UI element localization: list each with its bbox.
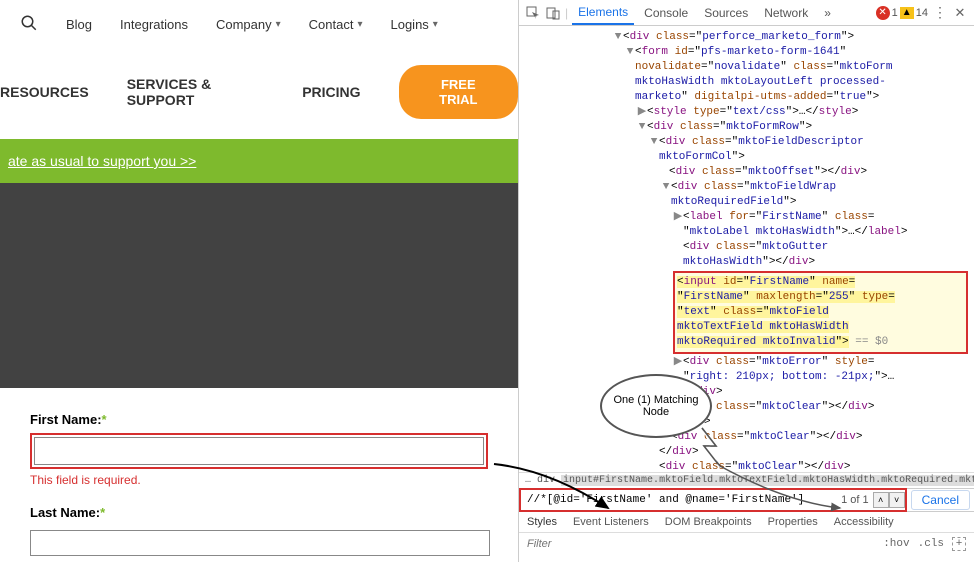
error-badge[interactable]: ✕: [876, 6, 890, 20]
nav-pricing[interactable]: PRICING: [302, 84, 360, 100]
first-name-label: First Name:*: [30, 412, 488, 427]
devtools-toolbar: | Elements Console Sources Network » ✕1 …: [519, 0, 974, 26]
inspect-icon[interactable]: [525, 5, 541, 21]
tab-more[interactable]: »: [818, 2, 837, 24]
search-icon[interactable]: [20, 14, 38, 35]
hov-toggle[interactable]: :hov: [883, 538, 909, 550]
styles-filter-input[interactable]: [527, 538, 727, 550]
last-name-label: Last Name:*: [30, 505, 488, 520]
tab-console[interactable]: Console: [638, 2, 694, 24]
nav-resources[interactable]: RESOURCES: [0, 84, 89, 100]
warning-count: 14: [916, 7, 928, 19]
subtab-styles[interactable]: Styles: [527, 516, 557, 528]
breadcrumb[interactable]: … div input#FirstName.mktoField.mktoText…: [519, 472, 974, 488]
first-name-error: This field is required.: [30, 473, 488, 487]
kebab-icon[interactable]: ⋮: [932, 5, 948, 21]
subtab-event-listeners[interactable]: Event Listeners: [573, 516, 649, 528]
tab-network[interactable]: Network: [758, 2, 814, 24]
tab-elements[interactable]: Elements: [572, 1, 634, 25]
promo-banner[interactable]: ate as usual to support you >>: [0, 139, 518, 183]
form-section: First Name:* This field is required. Las…: [0, 388, 518, 580]
match-count: 1 of 1: [837, 494, 873, 506]
nav-logins[interactable]: Logins▾: [390, 17, 437, 32]
elements-tree[interactable]: ▼<div class="perforce_marketo_form"> ▼<f…: [519, 26, 974, 472]
xpath-search-input[interactable]: [521, 491, 837, 509]
tab-sources[interactable]: Sources: [698, 2, 754, 24]
first-name-input[interactable]: [34, 437, 484, 465]
top-nav: Blog Integrations Company▾ Contact▾ Logi…: [0, 0, 518, 49]
subtab-accessibility[interactable]: Accessibility: [834, 516, 894, 528]
subtab-properties[interactable]: Properties: [768, 516, 818, 528]
subtab-dom-breakpoints[interactable]: DOM Breakpoints: [665, 516, 752, 528]
first-name-highlight: [30, 433, 488, 469]
search-bar: 1 of 1 ˄ ˅ Cancel: [519, 488, 974, 512]
free-trial-button[interactable]: FREE TRIAL: [399, 65, 518, 119]
nav-contact[interactable]: Contact▾: [309, 17, 363, 32]
nav-company[interactable]: Company▾: [216, 17, 281, 32]
nav-blog[interactable]: Blog: [66, 17, 92, 32]
nav-services[interactable]: SERVICES & SUPPORT: [127, 76, 265, 108]
warning-badge[interactable]: ▲: [900, 7, 914, 19]
last-name-input[interactable]: [30, 530, 490, 556]
chevron-down-icon: ▾: [433, 19, 438, 30]
styles-tabs: Styles Event Listeners DOM Breakpoints P…: [519, 512, 974, 533]
error-count: 1: [892, 7, 898, 19]
device-icon[interactable]: [545, 5, 561, 21]
devtools-panel: | Elements Console Sources Network » ✕1 …: [518, 0, 974, 562]
cls-toggle[interactable]: .cls: [918, 538, 944, 550]
styles-filter-bar: :hov .cls +: [519, 533, 974, 555]
chevron-down-icon: ▾: [276, 19, 281, 30]
hero-section: [0, 183, 518, 388]
close-icon[interactable]: ✕: [952, 5, 968, 21]
chevron-down-icon: ▾: [357, 19, 362, 30]
highlighted-element[interactable]: <input id="FirstName" name= "FirstName" …: [673, 271, 968, 354]
new-style-button[interactable]: +: [952, 537, 966, 551]
cancel-button[interactable]: Cancel: [911, 490, 970, 510]
next-match-button[interactable]: ˅: [889, 492, 905, 508]
secondary-nav: RESOURCES SERVICES & SUPPORT PRICING FRE…: [0, 49, 518, 139]
nav-integrations[interactable]: Integrations: [120, 17, 188, 32]
prev-match-button[interactable]: ˄: [873, 492, 889, 508]
